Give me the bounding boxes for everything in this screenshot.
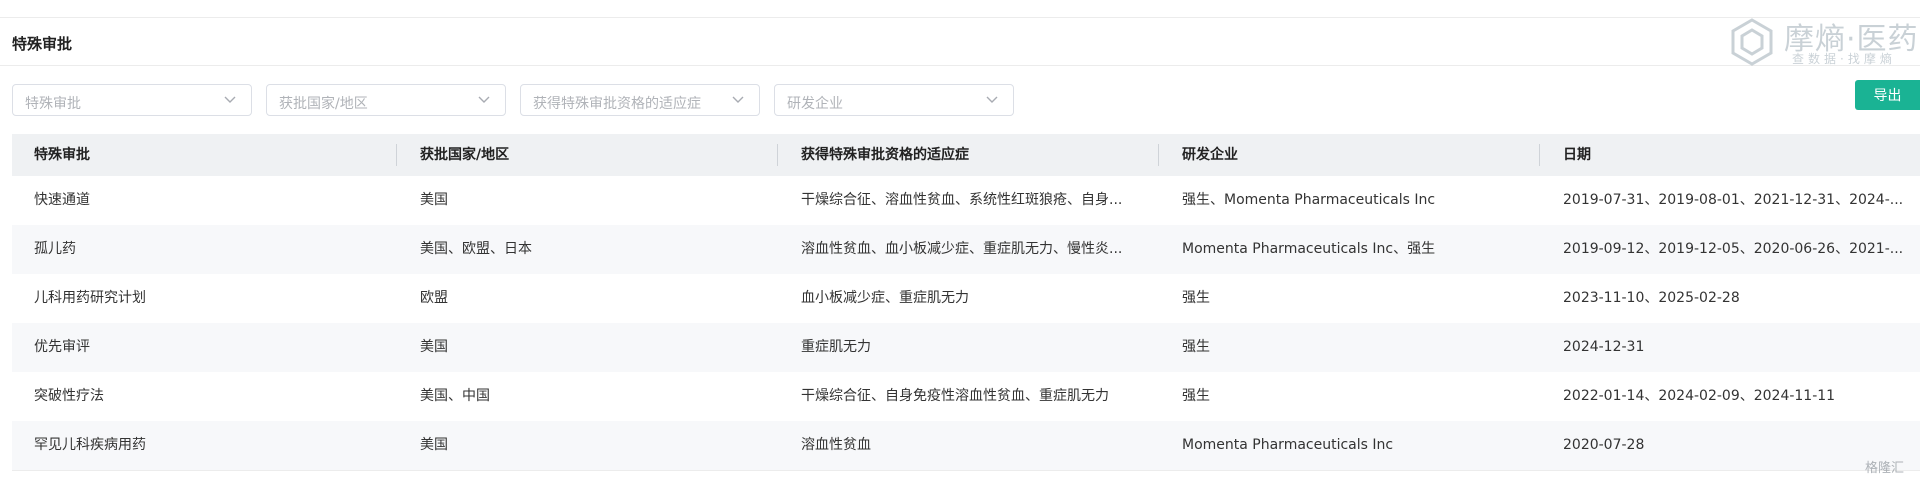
table-bottom-divider [12, 470, 1920, 471]
filter-placeholder: 获得特殊审批资格的适应症 [533, 96, 701, 112]
column-header[interactable]: 日期 [1563, 134, 1915, 176]
column-header[interactable]: 获批国家/地区 [420, 134, 770, 176]
table-row[interactable]: 孤儿药 美国、欧盟、日本 溶血性贫血、血小板减少症、重症肌无力、慢性炎... M… [12, 225, 1920, 274]
table-row[interactable]: 优先审评 美国 重症肌无力 强生 2024-12-31 [12, 323, 1920, 372]
cell-company: 强生、Momenta Pharmaceuticals Inc [1182, 192, 1436, 208]
table-row[interactable]: 突破性疗法 美国、中国 干燥综合征、自身免疫性溶血性贫血、重症肌无力 强生 20… [12, 372, 1920, 421]
cell-company: 强生 [1182, 388, 1210, 404]
column-divider [1158, 144, 1159, 166]
cell-company: Momenta Pharmaceuticals Inc [1182, 437, 1394, 453]
filter-placeholder: 特殊审批 [25, 96, 81, 112]
cell-company: 强生 [1182, 290, 1210, 306]
section-title: 特殊审批 [12, 35, 73, 53]
column-header[interactable]: 获得特殊审批资格的适应症 [801, 134, 1153, 176]
cell-date: 2019-09-12、2019-12-05、2020-06-26、2021-..… [1563, 241, 1904, 257]
column-header[interactable]: 特殊审批 [34, 134, 384, 176]
cell-indication: 血小板减少症、重症肌无力 [801, 290, 969, 306]
cell-date: 2019-07-31、2019-08-01、2021-12-31、2024-..… [1563, 192, 1904, 208]
cell-country: 欧盟 [420, 290, 448, 306]
filter-placeholder: 研发企业 [787, 96, 843, 112]
chevron-down-icon [224, 96, 236, 103]
cell-approval-type: 儿科用药研究计划 [34, 290, 146, 306]
special-approval-table: 特殊审批 获批国家/地区 获得特殊审批资格的适应症 研发企业 日期 快速通道 美… [12, 134, 1920, 471]
column-header[interactable]: 研发企业 [1182, 134, 1542, 176]
cell-company: Momenta Pharmaceuticals Inc、强生 [1182, 241, 1436, 257]
watermark-subtitle: 查数据·找摩熵 [1792, 52, 1896, 66]
cell-country: 美国 [420, 437, 448, 453]
cell-date: 2020-07-28 [1563, 437, 1645, 453]
chevron-down-icon [478, 96, 490, 103]
cell-indication: 干燥综合征、溶血性贫血、系统性红斑狼疮、自身... [801, 192, 1123, 208]
chevron-down-icon [732, 96, 744, 103]
cell-indication: 溶血性贫血 [801, 437, 871, 453]
column-divider [396, 144, 397, 166]
cell-company: 强生 [1182, 339, 1210, 355]
cell-date: 2024-12-31 [1563, 339, 1645, 355]
table-row[interactable]: 快速通道 美国 干燥综合征、溶血性贫血、系统性红斑狼疮、自身... 强生、Mom… [12, 176, 1920, 225]
cell-approval-type: 快速通道 [34, 192, 90, 208]
column-divider [1539, 144, 1540, 166]
cell-country: 美国、欧盟、日本 [420, 241, 532, 257]
filter-placeholder: 获批国家/地区 [279, 96, 368, 112]
table-row[interactable]: 儿科用药研究计划 欧盟 血小板减少症、重症肌无力 强生 2023-11-10、2… [12, 274, 1920, 323]
table-row[interactable]: 罕见儿科疾病用药 美国 溶血性贫血 Momenta Pharmaceutical… [12, 421, 1920, 470]
cell-approval-type: 突破性疗法 [34, 388, 104, 404]
cell-date: 2022-01-14、2024-02-09、2024-11-11 [1563, 388, 1836, 404]
cell-indication: 干燥综合征、自身免疫性溶血性贫血、重症肌无力 [801, 388, 1109, 404]
cell-country: 美国 [420, 192, 448, 208]
filter-company[interactable]: 研发企业 [774, 84, 1014, 116]
cell-approval-type: 孤儿药 [34, 241, 76, 257]
table-header: 特殊审批 获批国家/地区 获得特殊审批资格的适应症 研发企业 日期 [12, 134, 1920, 176]
cell-date: 2023-11-10、2025-02-28 [1563, 290, 1740, 306]
cell-indication: 溶血性贫血、血小板减少症、重症肌无力、慢性炎... [801, 241, 1123, 257]
cell-approval-type: 优先审评 [34, 339, 90, 355]
filter-special-approval[interactable]: 特殊审批 [12, 84, 252, 116]
filter-country-region[interactable]: 获批国家/地区 [266, 84, 506, 116]
hexagon-logo-icon [1731, 18, 1773, 66]
top-divider [0, 17, 1920, 18]
export-button[interactable]: 导出 [1855, 80, 1920, 110]
watermark: 摩熵·医药 查数据·找摩熵 [1730, 14, 1920, 68]
cell-indication: 重症肌无力 [801, 339, 871, 355]
corner-watermark: 格隆汇 [1864, 461, 1904, 476]
filter-indication[interactable]: 获得特殊审批资格的适应症 [520, 84, 760, 116]
cell-country: 美国 [420, 339, 448, 355]
chevron-down-icon [986, 96, 998, 103]
cell-approval-type: 罕见儿科疾病用药 [34, 437, 146, 453]
title-divider [0, 65, 1920, 66]
column-divider [777, 144, 778, 166]
cell-country: 美国、中国 [420, 388, 490, 404]
